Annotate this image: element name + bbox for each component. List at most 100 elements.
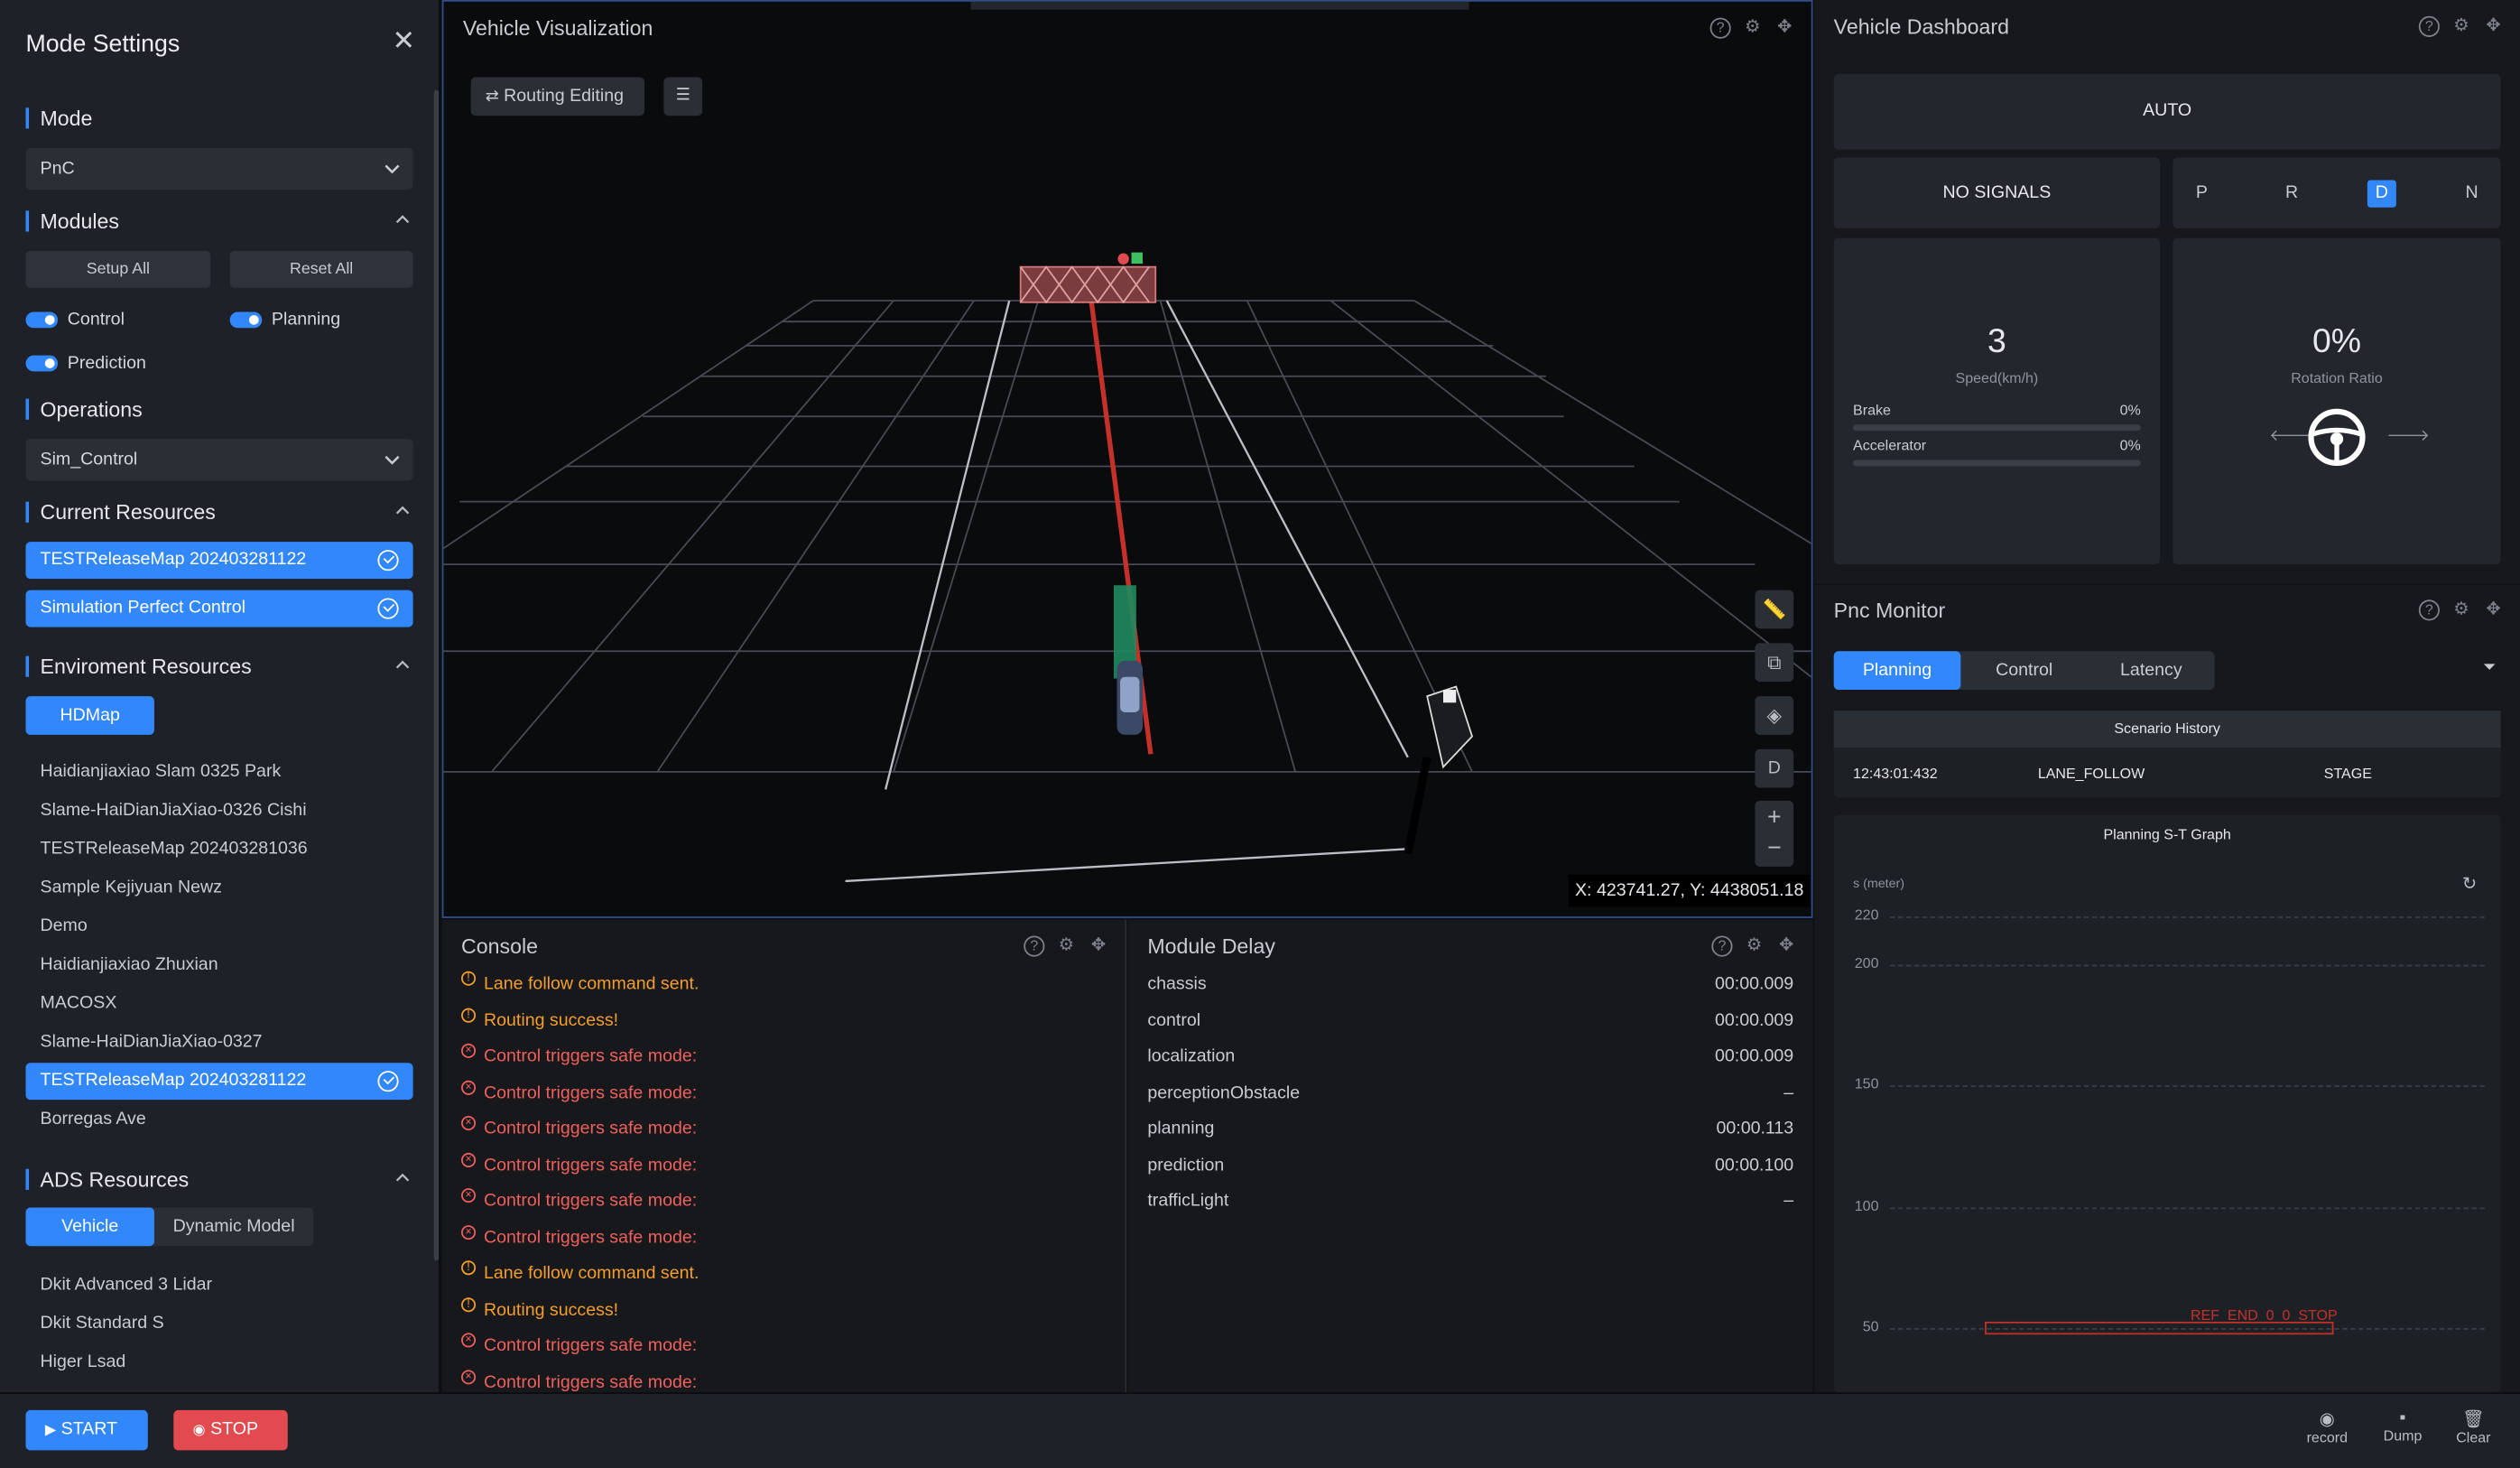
error-icon: × [461,1079,477,1094]
play-icon: ▶ [44,1421,57,1438]
rotation-label: Rotation Ratio [2291,369,2383,386]
planning-toggle[interactable] [229,311,263,329]
env-resource-item[interactable]: MACOSX [41,994,117,1013]
ads-resource-item[interactable]: Higer Lsad [41,1352,126,1371]
env-resource-item[interactable]: Haidianjiaxiao Slam 0325 Park [41,762,282,781]
help-icon[interactable]: ? [2418,599,2440,621]
close-icon[interactable]: ✕ [392,27,414,54]
help-icon[interactable]: ? [2418,15,2440,37]
delay-module-value: 00:00.009 [1715,1010,1794,1030]
layers-icon[interactable]: ◈ [1755,696,1794,735]
chevron-up-icon[interactable] [395,212,410,227]
view-mode-button[interactable]: D [1755,748,1794,788]
sidebar-scrollbar[interactable] [433,89,440,1261]
delay-module-value: 00:00.100 [1715,1155,1794,1175]
zoom-out-icon[interactable]: − [1755,834,1793,861]
ads-resource-item[interactable]: Dkit Advanced 3 Lidar [41,1275,213,1294]
record-label: record [2306,1429,2349,1446]
console-message: Control triggers safe mode: [483,1119,698,1138]
ads-tabs: Vehicle Dynamic Model [25,1207,314,1247]
scene-3d-view[interactable] [443,2,1811,916]
console-message: Lane follow command sent. [483,974,699,994]
env-resource-item[interactable]: Demo [41,916,88,935]
move-icon[interactable]: ✥ [1776,936,1797,957]
bottom-toolbar [0,1392,2520,1468]
delay-module-name: prediction [1147,1155,1225,1175]
env-resource-item[interactable]: Slame-HaiDianJiaXiao-0326 Cishi [41,801,307,820]
current-resource-control[interactable]: Simulation Perfect Control [25,590,413,627]
chevron-up-icon[interactable] [395,503,410,517]
tab-hdmap[interactable]: HDMap [25,696,154,735]
tab-dynamic-model[interactable]: Dynamic Model [154,1207,313,1246]
start-button[interactable]: ▶ START [25,1409,148,1451]
filter-icon[interactable]: ⏷ [2483,659,2496,677]
gear-r: R [2285,183,2299,203]
console-message: Routing success! [483,1010,619,1030]
prediction-toggle[interactable] [25,355,59,372]
zoom-control: + − [1755,800,1794,867]
gear-icon[interactable]: ⚙ [1744,936,1765,957]
gear-n: N [2465,183,2478,203]
delay-module-value: 00:00.009 [1715,974,1794,994]
section-title-current-resources: Current Resources [25,501,216,523]
st-graph-gridline [1889,1085,2485,1087]
console-message: Control triggers safe mode: [483,1335,698,1356]
st-graph-card [1833,814,2501,1393]
operations-select[interactable]: Sim_Control [25,439,413,481]
move-icon[interactable]: ✥ [1088,936,1108,957]
ruler-icon[interactable]: 📏 [1755,590,1794,629]
pnc-panel-icons: ? ⚙ ✥ [2418,599,2504,621]
env-resource-item-selected[interactable]: TESTReleaseMap 202403281122 [25,1063,413,1101]
gear-icon[interactable]: ⚙ [2451,599,2471,620]
module-label-control: Control [67,310,125,330]
warning-icon: ! [461,1260,477,1276]
move-icon[interactable]: ✥ [2483,599,2504,620]
delay-row: prediction 00:00.100 [1147,1156,1793,1175]
st-graph-annotation: REF_END_0_0_STOP [2190,1306,2338,1324]
move-icon[interactable]: ✥ [2483,16,2504,37]
console-message: Lane follow command sent. [483,1263,699,1284]
env-resource-item[interactable]: Slame-HaiDianJiaXiao-0327 [41,1032,263,1051]
env-resource-item[interactable]: TESTReleaseMap 202403281036 [41,840,308,859]
dump-button[interactable]: ▪ Dump [2378,1408,2426,1444]
tab-vehicle[interactable]: Vehicle [25,1207,154,1247]
tab-latency[interactable]: Latency [2088,651,2215,690]
ads-resource-item[interactable]: Dkit Standard S [41,1314,164,1333]
delay-module-value: 00:00.009 [1715,1046,1794,1066]
chevron-down-icon [384,164,400,174]
mode-select[interactable]: PnC [25,147,413,190]
console-message: Control triggers safe mode: [483,1155,698,1175]
copy-icon[interactable]: ⧉ [1755,643,1794,683]
help-icon[interactable]: ? [1711,935,1733,957]
scenario-name: LANE_FOLLOW [2037,765,2145,782]
signals-display: NO SIGNALS [1833,157,2161,228]
console-panel: Console ? ⚙ ✥ ! Lane follow command sent.… [441,919,1554,1393]
stop-button[interactable]: ◉ STOP [173,1409,288,1451]
section-title-operations: Operations [25,398,143,420]
mode-settings-sidebar: Mode Settings ✕ Mode PnC Modules Setup A… [0,0,440,1393]
gear-icon[interactable]: ⚙ [2451,16,2471,37]
record-button[interactable]: ◉ record [2303,1408,2351,1445]
reset-all-button[interactable]: Reset All [229,250,413,288]
console-message: Control triggers safe mode: [483,1372,698,1392]
env-resource-item[interactable]: Borregas Ave [41,1110,146,1129]
chevron-up-icon[interactable] [395,657,410,672]
refresh-icon[interactable]: ↻ [2462,873,2477,894]
gear-p: P [2195,183,2208,203]
help-icon[interactable]: ? [1024,935,1045,957]
brake-label: Brake [1853,402,1891,419]
env-resource-item[interactable]: Haidianjiaxiao Zhuxian [41,955,218,974]
chevron-up-icon[interactable] [395,1171,410,1185]
delay-row: trafficLight – [1147,1192,1793,1211]
control-toggle[interactable] [25,311,59,329]
env-resource-item[interactable]: Sample Kejiyuan Newz [41,878,222,897]
setup-all-button[interactable]: Setup All [25,250,211,288]
tab-control[interactable]: Control [1960,651,2088,690]
gear-icon[interactable]: ⚙ [1056,936,1077,957]
current-resource-map[interactable]: TESTReleaseMap 202403281122 [25,542,413,580]
clear-button[interactable]: 🗑 Clear [2450,1408,2497,1445]
tab-planning[interactable]: Planning [1833,651,1961,691]
zoom-in-icon[interactable]: + [1755,804,1793,831]
st-graph-gridline [1889,964,2485,967]
delay-module-value: – [1783,1082,1794,1102]
